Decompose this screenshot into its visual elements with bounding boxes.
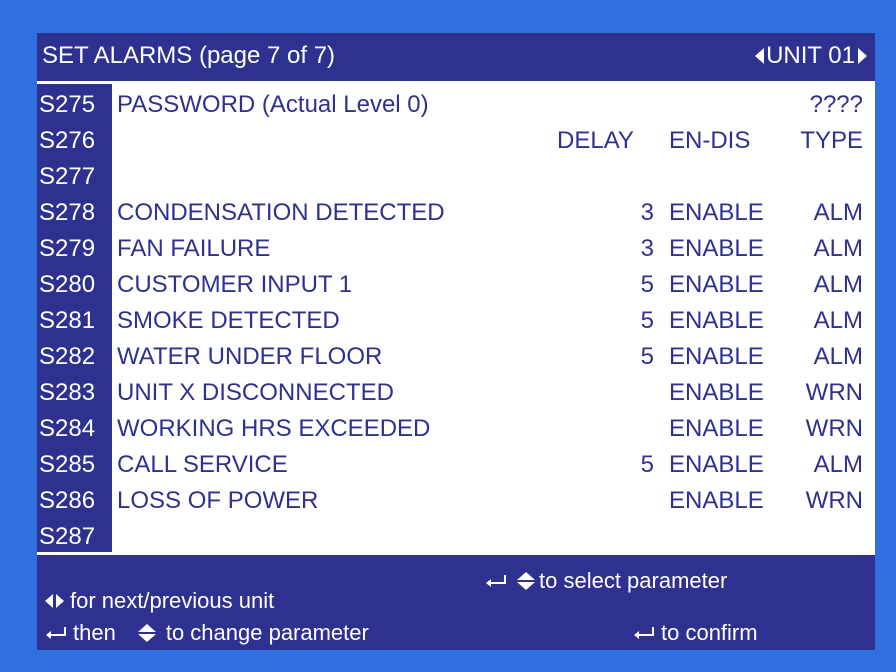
list-row[interactable]: S275 PASSWORD (Actual Level 0) ???? [37,87,875,123]
alarm-enable[interactable]: ENABLE [669,411,764,447]
help-select: to select parameter [485,568,727,594]
list-row: S276 DELAY EN-DIS TYPE [37,123,875,159]
parameter-code: S284 [39,415,96,442]
parameter-code: S287 [39,523,96,550]
alarm-name: UNIT X DISCONNECTED [117,379,394,406]
parameter-description: PASSWORD (Actual Level 0) [117,91,429,118]
alarm-enable[interactable]: ENABLE [669,483,764,519]
parameter-code: S276 [39,127,96,154]
alarm-type[interactable]: ALM [814,195,863,231]
alarm-delay[interactable]: 5 [641,267,654,303]
up-down-arrows-icon [517,572,535,590]
alarm-enable[interactable]: ENABLE [669,303,764,339]
parameter-code: S280 [39,271,96,298]
alarm-enable[interactable]: ENABLE [669,267,764,303]
list-row[interactable]: S280 CUSTOMER INPUT 1 5 ENABLE ALM [37,267,875,303]
alarm-name: WORKING HRS EXCEEDED [117,415,431,442]
parameter-code: S286 [39,487,96,514]
help-next-prev: for next/previous unit [45,588,274,614]
help-confirm: to confirm [633,620,758,646]
alarm-enable[interactable]: ENABLE [669,375,764,411]
bottom-divider [37,552,875,555]
unit-selector[interactable]: UNIT 01 [755,42,867,70]
alarm-name: FAN FAILURE [117,235,271,262]
alarm-name: LOSS OF POWER [117,487,319,514]
parameter-code: S283 [39,379,96,406]
help-select-text: to select parameter [539,568,728,593]
list-row[interactable]: S279 FAN FAILURE 3 ENABLE ALM [37,231,875,267]
list-row[interactable]: S285 CALL SERVICE 5 ENABLE ALM [37,447,875,483]
alarm-name: CONDENSATION DETECTED [117,199,445,226]
help-panel: for next/previous unit to select paramet… [37,558,875,650]
enter-icon [45,626,67,640]
list-row: S287 [37,519,875,555]
parameter-code: S278 [39,199,96,226]
help-next-prev-text: for next/previous unit [70,588,275,613]
list-row[interactable]: S281 SMOKE DETECTED 5 ENABLE ALM [37,303,875,339]
title-bar: SET ALARMS (page 7 of 7) UNIT 01 [37,33,875,81]
alarm-type[interactable]: ALM [814,303,863,339]
parameter-code: S285 [39,451,96,478]
parameter-code: S279 [39,235,96,262]
help-change: then to change parameter [45,620,369,646]
list-row[interactable]: S283 UNIT X DISCONNECTED ENABLE WRN [37,375,875,411]
enter-icon [485,574,507,588]
alarm-type[interactable]: ALM [814,447,863,483]
alarm-type[interactable]: WRN [806,375,863,411]
parameter-code: S281 [39,307,96,334]
list-row[interactable]: S284 WORKING HRS EXCEEDED ENABLE WRN [37,411,875,447]
alarm-name: CUSTOMER INPUT 1 [117,271,353,298]
alarm-delay[interactable]: 5 [641,339,654,375]
alarm-type[interactable]: ALM [814,231,863,267]
delay-header: DELAY [557,127,634,154]
left-right-arrows-icon [45,594,64,608]
up-down-arrows-icon [137,624,156,642]
unit-label: UNIT 01 [766,42,855,69]
alarm-name: SMOKE DETECTED [117,307,340,334]
alarm-type[interactable]: WRN [806,483,863,519]
help-confirm-text: to confirm [661,620,758,645]
page-title: SET ALARMS (page 7 of 7) [42,42,336,69]
next-unit-icon[interactable] [858,48,867,64]
alarm-type[interactable]: ALM [814,267,863,303]
endis-header: EN-DIS [669,127,751,154]
alarm-enable[interactable]: ENABLE [669,195,764,231]
list-row: S277 [37,159,875,195]
alarm-name: CALL SERVICE [117,451,288,478]
type-header: TYPE [800,127,863,154]
list-row[interactable]: S278 CONDENSATION DETECTED 3 ENABLE ALM [37,195,875,231]
alarm-enable[interactable]: ENABLE [669,231,764,267]
alarm-name: WATER UNDER FLOOR [117,343,383,370]
alarm-delay[interactable]: 5 [641,303,654,339]
alarm-list: S275 PASSWORD (Actual Level 0) ???? S276… [37,84,875,552]
alarm-type[interactable]: ALM [814,339,863,375]
help-then-text: then [73,620,116,645]
alarm-type[interactable]: WRN [806,411,863,447]
prev-unit-icon[interactable] [755,48,765,64]
parameter-code: S275 [39,91,96,118]
enter-icon [633,626,655,640]
alarm-enable[interactable]: ENABLE [669,447,764,483]
password-value[interactable]: ???? [810,87,863,123]
parameter-code: S282 [39,343,96,370]
list-row[interactable]: S286 LOSS OF POWER ENABLE WRN [37,483,875,519]
list-row[interactable]: S282 WATER UNDER FLOOR 5 ENABLE ALM [37,339,875,375]
help-change-text: to change parameter [165,620,369,645]
alarm-delay[interactable]: 5 [641,447,654,483]
alarm-delay[interactable]: 3 [641,195,654,231]
alarm-delay[interactable]: 3 [641,231,654,267]
alarm-enable[interactable]: ENABLE [669,339,764,375]
parameter-code: S277 [39,163,96,190]
